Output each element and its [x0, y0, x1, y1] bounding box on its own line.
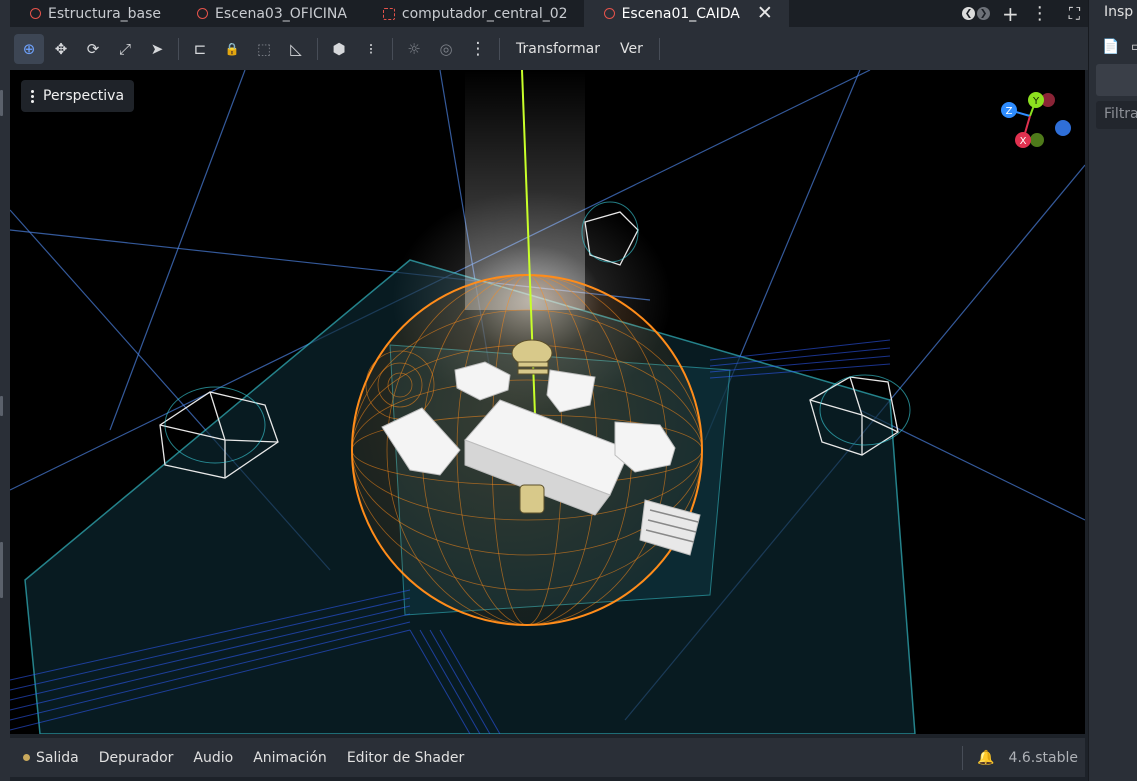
environment-icon[interactable]: ◎: [431, 34, 461, 64]
shader-editor-tab[interactable]: Editor de Shader: [337, 750, 474, 766]
audio-tab[interactable]: Audio: [183, 750, 243, 766]
dock-handle[interactable]: [0, 396, 3, 416]
status-dot-icon: [23, 754, 30, 761]
debugger-tab[interactable]: Depurador: [89, 750, 184, 766]
more-icon[interactable]: ⋮: [463, 34, 493, 64]
scene-render: [10, 70, 1085, 734]
select-mode-icon[interactable]: ⊕: [14, 33, 44, 64]
inspector-filter-input[interactable]: Filtra: [1096, 101, 1137, 129]
scene-ring-icon: [30, 8, 41, 19]
toolbar-separator: [658, 37, 660, 60]
tab-computador-central-02[interactable]: computador_central_02: [363, 0, 584, 27]
new-resource-icon[interactable]: 📄: [1102, 39, 1119, 55]
ruler-icon[interactable]: ⊏: [185, 34, 215, 64]
chevron-left-icon[interactable]: ❮: [962, 7, 976, 20]
group-icon[interactable]: ⬚: [249, 34, 279, 64]
notification-bell-icon[interactable]: 🔔: [977, 750, 994, 766]
view-gizmo[interactable]: Z Y X: [995, 88, 1075, 158]
version-label[interactable]: 4.6.stable: [1009, 750, 1078, 766]
close-icon[interactable]: ✕: [757, 4, 773, 23]
scene-tab-bar: Estructura_base Escena03_OFICINA computa…: [10, 0, 1088, 27]
tab-label: Escena03_OFICINA: [215, 5, 347, 22]
gizmo-z-label: Z: [1006, 106, 1013, 117]
tab-controls: ❮ ❯ + ⋮ ⛶: [962, 0, 1088, 27]
dock-handle[interactable]: [0, 542, 3, 598]
scale-mode-icon[interactable]: ⤢: [110, 34, 140, 64]
3d-viewport[interactable]: Perspectiva Z Y X: [10, 70, 1085, 734]
sun-icon[interactable]: ☼: [399, 34, 429, 64]
inspector-object-field[interactable]: [1096, 64, 1137, 96]
tab-label: Salida: [36, 749, 79, 766]
fullscreen-icon[interactable]: ⛶: [1069, 4, 1080, 24]
chevron-right-icon[interactable]: ❯: [977, 7, 991, 20]
output-tab[interactable]: Salida: [23, 750, 89, 766]
more-icon[interactable]: ⋮: [1031, 3, 1049, 24]
toolbar-separator: [499, 37, 500, 60]
open-resource-icon[interactable]: ▭: [1131, 39, 1137, 55]
bottom-right-area: 🔔 4.6.stable: [962, 738, 1085, 777]
kebab-icon: [31, 89, 34, 103]
gizmo-x-label: X: [1020, 136, 1027, 147]
separator: [962, 745, 964, 770]
animation-tab[interactable]: Animación: [243, 750, 337, 766]
tab-label: Escena01_CAIDA: [621, 5, 740, 22]
toolbar-separator: [392, 37, 393, 60]
tab-escena03-oficina[interactable]: Escena03_OFICINA: [177, 0, 363, 27]
inspector-title[interactable]: Insp: [1104, 4, 1133, 20]
scene-ring-icon: [197, 8, 209, 19]
bottom-panel-bar: Salida Depurador Audio Animación Editor …: [10, 738, 1085, 777]
tab-estructura-base[interactable]: Estructura_base: [10, 0, 177, 27]
scene-dashed-icon: [382, 7, 395, 20]
scene-ring-icon: [603, 8, 615, 19]
perspective-label: Perspectiva: [43, 88, 125, 104]
gizmo-y-label: Y: [1032, 96, 1040, 107]
transform-menu[interactable]: Transformar: [506, 41, 610, 57]
snap-icon[interactable]: ◺: [281, 34, 311, 64]
inspector-dock: Insp 📄 ▭ Filtra: [1088, 0, 1137, 781]
tab-escena01-caida[interactable]: Escena01_CAIDA ✕: [583, 0, 789, 27]
tab-label: computador_central_02: [401, 5, 568, 22]
toolbar-separator: [317, 37, 318, 60]
rotate-mode-icon[interactable]: ⟳: [78, 34, 108, 64]
viewport-toolbar: ⊕ ✥ ⟳ ⤢ ➤ ⊏ 🔒 ⬚ ◺ ⬢ ⁝ ☼ ◎ ⋮ Transformar …: [10, 27, 1088, 70]
tab-label: Estructura_base: [48, 5, 162, 22]
dock-handle[interactable]: [0, 90, 3, 116]
snap-grid-icon[interactable]: ⁝: [356, 34, 386, 64]
left-dock-strip: [0, 0, 10, 781]
toolbar-separator: [178, 37, 179, 60]
perspective-menu-button[interactable]: Perspectiva: [21, 80, 135, 112]
move-mode-icon[interactable]: ✥: [46, 34, 76, 64]
lock-icon[interactable]: 🔒: [217, 34, 247, 64]
camera-preview-icon[interactable]: ⬢: [324, 34, 354, 64]
view-menu[interactable]: Ver: [610, 41, 653, 57]
list-select-icon[interactable]: ➤: [142, 34, 172, 64]
add-tab-icon[interactable]: +: [1002, 2, 1019, 26]
